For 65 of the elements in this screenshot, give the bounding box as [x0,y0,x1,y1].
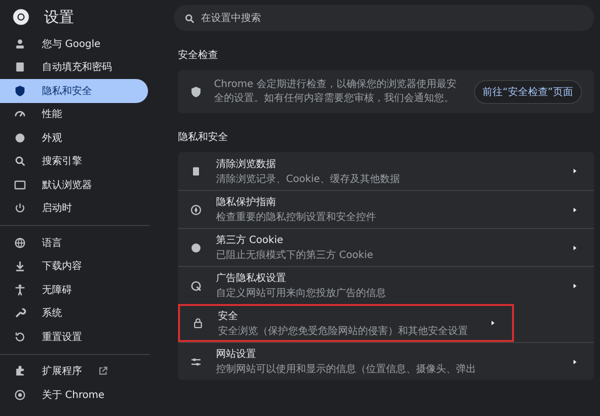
sidebar-item[interactable]: 扩展程序 [0,360,148,383]
person-stand-icon [14,284,26,296]
shield-icon [190,86,202,98]
safety-check-button[interactable]: 前往“安全检查”页面 [474,80,582,104]
settings-row[interactable]: 广告隐私权设置 自定义网站可用来向您投放广告的信息 [178,266,594,304]
search-icon [14,155,26,168]
row-subtitle: 控制网站可以使用和显示的信息（位置信息、摄像头、弹出 [216,362,477,376]
row-title: 广告隐私权设置 [216,272,287,285]
sidebar-item[interactable]: 自动填充和密码 [0,56,148,79]
section-heading: 隐私和安全 [178,130,229,144]
sidebar-item[interactable]: 外观 [0,126,148,150]
chevron-right-icon [572,168,578,174]
row-subtitle: 安全浏览（保护您免受危险网站的侵害）和其他安全设置 [218,324,469,338]
settings-row[interactable]: 隐私保护指南 检查重要的隐私控制设置和安全控件 [178,190,594,228]
doc-icon [14,61,26,74]
sidebar-item[interactable]: 启动时 [0,196,148,220]
search-icon [184,12,195,24]
puzzle-icon [14,365,26,378]
globe-icon [14,236,26,249]
person-icon [14,38,26,50]
search-field[interactable]: 在设置中搜索 [174,5,594,31]
chevron-right-icon [572,206,578,212]
external-link-icon [98,366,108,376]
shield-icon [14,84,26,97]
settings-title: 设置 [44,8,74,26]
row-subtitle: 检查重要的隐私控制设置和安全控件 [216,210,377,224]
sidebar-item[interactable]: 默认浏览器 [0,173,148,196]
row-title: 网站设置 [216,348,257,361]
trash-icon [190,165,202,177]
sidebar-item[interactable]: 关于 Chrome [0,383,148,406]
sidebar-item[interactable]: 语言 [0,231,148,254]
chevron-right-icon [572,282,578,288]
chevron-right-icon [490,320,496,326]
chevron-right-icon [572,358,578,364]
sidebar-item[interactable]: 搜索引擎 [0,150,148,173]
row-title: 清除浏览数据 [216,158,277,170]
download-icon [14,260,26,272]
settings-row[interactable]: 清除浏览数据 清除浏览记录、Cookie、缓存及其他数据 [178,152,594,190]
sidebar-item[interactable]: 隐私和安全 [0,79,148,102]
section-heading: 安全检查 [178,48,219,62]
power-icon [14,202,26,214]
row-subtitle: 自定义网站可用来向您投放广告的信息 [216,286,387,300]
sidebar-item[interactable]: 您与 Google [0,32,148,56]
row-subtitle: 已阻止无痕模式下的第三方 Cookie [216,248,374,262]
row-subtitle: 清除浏览记录、Cookie、缓存及其他数据 [216,172,401,186]
settings-row[interactable]: 网站设置 控制网站可以使用和显示的信息（位置信息、摄像头、弹出 [178,342,594,380]
sidebar-item[interactable]: 下载内容 [0,254,148,278]
safety-check-text: Chrome 会定期进行检查，以确保您的浏览器使用最安全的设置。如有任何内容需要您审核，我们会通知您。 [214,78,458,105]
sidebar-item[interactable]: 性能 [0,102,148,126]
settings-row[interactable]: 安全 安全浏览（保护您免受危险网站的侵害）和其他安全设置 [178,304,514,342]
row-title: 第三方 Cookie [216,234,284,247]
sidebar-item[interactable]: 重置设置 [0,325,148,348]
browser-logo-icon [12,8,30,26]
compass-icon [190,204,202,216]
restore-icon [14,330,26,343]
browser-icon [14,178,26,191]
sidebar-item[interactable]: 系统 [0,302,148,325]
sliders-icon [190,356,202,368]
sidebar-item[interactable]: 无障碍 [0,278,148,302]
circle-icon [14,388,26,401]
row-title: 安全 [218,310,239,322]
lock-icon [192,317,204,329]
settings-row[interactable]: 第三方 Cookie 已阻止无痕模式下的第三方 Cookie [178,228,594,266]
row-title: 隐私保护指南 [216,196,277,209]
chevron-right-icon [572,244,578,250]
